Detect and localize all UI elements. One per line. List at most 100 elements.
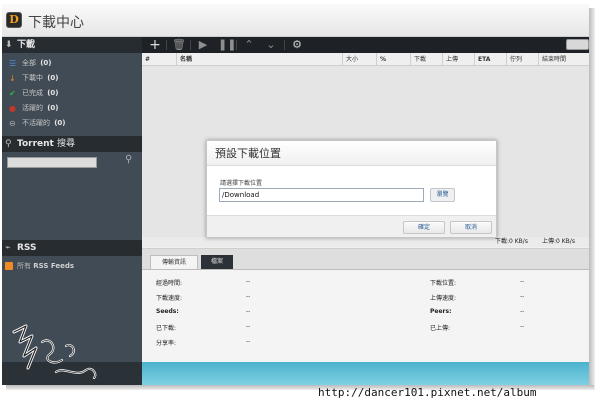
play-icon[interactable]: ▶ bbox=[196, 37, 210, 53]
torrent-search-input[interactable] bbox=[7, 157, 97, 168]
tab-transfer-info[interactable]: 傳輸資訊 bbox=[150, 255, 198, 269]
download-speed-label: 下載速度: bbox=[156, 295, 183, 302]
column-header-index[interactable]: # bbox=[142, 53, 174, 66]
toolbar-divider bbox=[190, 40, 191, 50]
column-header-size[interactable]: 大小 bbox=[342, 53, 376, 66]
torrent-header-suffix: 搜尋 bbox=[56, 139, 75, 149]
torrent-header-label: Torrent bbox=[17, 139, 54, 149]
download-path-field[interactable]: /Download bbox=[219, 188, 424, 202]
sidebar-item-downloading[interactable]: ↓ 下載中 (0) bbox=[2, 71, 142, 86]
peers-label: Peers: bbox=[430, 308, 452, 315]
sidebar-item-inactive[interactable]: ⊖ 不活躍的 (0) bbox=[2, 116, 142, 131]
download-arrow-icon: ⬇ bbox=[5, 40, 13, 50]
active-icon: ● bbox=[9, 104, 16, 113]
sidebar-item-count: (0) bbox=[40, 59, 52, 67]
search-icon[interactable]: ⚲ bbox=[125, 154, 132, 165]
screenshot-frame: D 下載中心 ⬇ 下載 ☰ 全部 (0) ↓ 下載中 (0) ✔ 已完成 (0) bbox=[0, 0, 600, 404]
downloaded-value: -- bbox=[246, 323, 251, 330]
uploaded-label: 已上傳: bbox=[430, 325, 451, 332]
sidebar-item-count: (0) bbox=[54, 119, 66, 127]
sidebar-item-active[interactable]: ● 活躍的 (0) bbox=[2, 101, 142, 116]
column-header-queue[interactable]: 佇列 bbox=[506, 53, 538, 66]
inactive-icon: ⊖ bbox=[9, 119, 16, 128]
rss-section-header[interactable]: ⌁ RSS bbox=[2, 240, 142, 256]
column-header-download[interactable]: 下載 bbox=[410, 53, 442, 66]
dialog-location-label: 請選擇下載位置 bbox=[220, 180, 263, 187]
dialog-title: 預設下載位置 bbox=[207, 141, 496, 166]
rss-item-prefix: 所有 bbox=[17, 262, 31, 270]
sidebar-item-count: (0) bbox=[47, 89, 59, 97]
delete-icon[interactable]: 🗑 bbox=[172, 37, 186, 53]
column-header-percent[interactable]: % bbox=[376, 53, 410, 66]
elapsed-time-label: 經過時間: bbox=[156, 280, 183, 287]
list-icon: ☰ bbox=[9, 59, 17, 68]
rss-header-label: RSS bbox=[17, 243, 37, 253]
watermark-url: http://dancer101.pixnet.net/album bbox=[318, 386, 537, 399]
sidebar-item-completed[interactable]: ✔ 已完成 (0) bbox=[2, 86, 142, 101]
upload-speed-label: 上傳速度: bbox=[430, 295, 457, 302]
download-speed-value: -- bbox=[246, 293, 251, 300]
move-down-icon[interactable]: ⌄ bbox=[264, 37, 278, 53]
browse-button[interactable]: 瀏覽 bbox=[430, 188, 455, 202]
peers-value: -- bbox=[520, 308, 525, 315]
toolbar: + 🗑 ▶ ❚❚ ⌃ ⌄ ⚙ bbox=[142, 37, 589, 53]
default-location-dialog: 預設下載位置 請選擇下載位置 /Download 瀏覽 確定 取消 bbox=[206, 140, 497, 238]
watermark-logo bbox=[12, 324, 97, 380]
toolbar-filter-input[interactable] bbox=[566, 39, 589, 50]
app-title: 下載中心 bbox=[28, 15, 84, 31]
ok-button[interactable]: 確定 bbox=[403, 221, 445, 234]
rss-feed-icon bbox=[5, 262, 13, 270]
logo-brush-stroke bbox=[12, 324, 38, 370]
elapsed-time-value: -- bbox=[246, 278, 251, 285]
downloaded-label: 已下載: bbox=[156, 325, 177, 332]
download-arrow-icon: ↓ bbox=[9, 74, 16, 83]
upload-speed: 上傳:0 KB/s bbox=[542, 238, 575, 245]
title-bar: D 下載中心 bbox=[2, 4, 589, 37]
move-up-icon[interactable]: ⌃ bbox=[242, 37, 256, 53]
download-header-label: 下載 bbox=[17, 40, 36, 50]
sidebar-item-label: 已完成 bbox=[22, 89, 43, 97]
column-header-eta[interactable]: ETA bbox=[474, 53, 506, 66]
search-icon: ⚲ bbox=[5, 139, 12, 149]
rss-item-all-feeds[interactable]: 所有 RSS Feeds bbox=[2, 259, 142, 273]
add-icon[interactable]: + bbox=[148, 37, 162, 53]
gear-icon[interactable]: ⚙ bbox=[290, 37, 304, 53]
column-header-upload[interactable]: 上傳 bbox=[442, 53, 474, 66]
uploaded-value: -- bbox=[520, 323, 525, 330]
torrent-search-header[interactable]: ⚲ Torrent 搜尋 bbox=[2, 136, 142, 152]
detail-panel: 傳輸資訊 檔案 經過時間: -- 下載速度: -- Seeds: -- 已下載:… bbox=[142, 248, 589, 362]
sidebar-item-label: 下載中 bbox=[22, 74, 43, 82]
tab-files[interactable]: 檔案 bbox=[201, 255, 233, 269]
sidebar-item-label: 不活躍的 bbox=[22, 119, 50, 127]
toolbar-divider bbox=[284, 40, 285, 50]
pause-icon[interactable]: ❚❚ bbox=[218, 37, 236, 53]
app-icon: D bbox=[6, 12, 22, 28]
upload-speed-value: -- bbox=[520, 293, 525, 300]
sidebar-item-label: 活躍的 bbox=[22, 104, 43, 112]
detail-tab-strip: 傳輸資訊 檔案 bbox=[142, 249, 589, 270]
sidebar-item-all[interactable]: ☰ 全部 (0) bbox=[2, 56, 142, 71]
download-location-value: -- bbox=[520, 278, 525, 285]
share-ratio-label: 分享率: bbox=[156, 340, 177, 347]
download-section-header[interactable]: ⬇ 下載 bbox=[2, 37, 142, 53]
torrent-list-header: # 名稱 大小 % 下載 上傳 ETA 佇列 結束時間 bbox=[142, 53, 589, 66]
seeds-label: Seeds: bbox=[156, 308, 179, 315]
rss-icon: ⌁ bbox=[5, 243, 11, 253]
rss-item-label: RSS Feeds bbox=[33, 262, 75, 270]
frame-shadow-right bbox=[589, 8, 595, 390]
sidebar-item-count: (0) bbox=[47, 74, 59, 82]
sidebar-item-label: 全部 bbox=[22, 59, 36, 67]
download-location-label: 下載位置: bbox=[430, 280, 457, 287]
toolbar-divider bbox=[166, 40, 167, 50]
toolbar-divider bbox=[236, 40, 237, 50]
column-header-end-time[interactable]: 結束時間 bbox=[538, 53, 589, 66]
column-header-name[interactable]: 名稱 bbox=[176, 53, 342, 66]
dialog-footer: 確定 取消 bbox=[207, 215, 496, 237]
sidebar-item-count: (0) bbox=[47, 104, 59, 112]
check-icon: ✔ bbox=[9, 89, 16, 98]
download-speed: 下載:0 KB/s bbox=[495, 238, 528, 245]
share-ratio-value: -- bbox=[246, 338, 251, 345]
cancel-button[interactable]: 取消 bbox=[450, 221, 492, 234]
seeds-value: -- bbox=[246, 308, 251, 315]
logo-script-text bbox=[40, 339, 97, 380]
